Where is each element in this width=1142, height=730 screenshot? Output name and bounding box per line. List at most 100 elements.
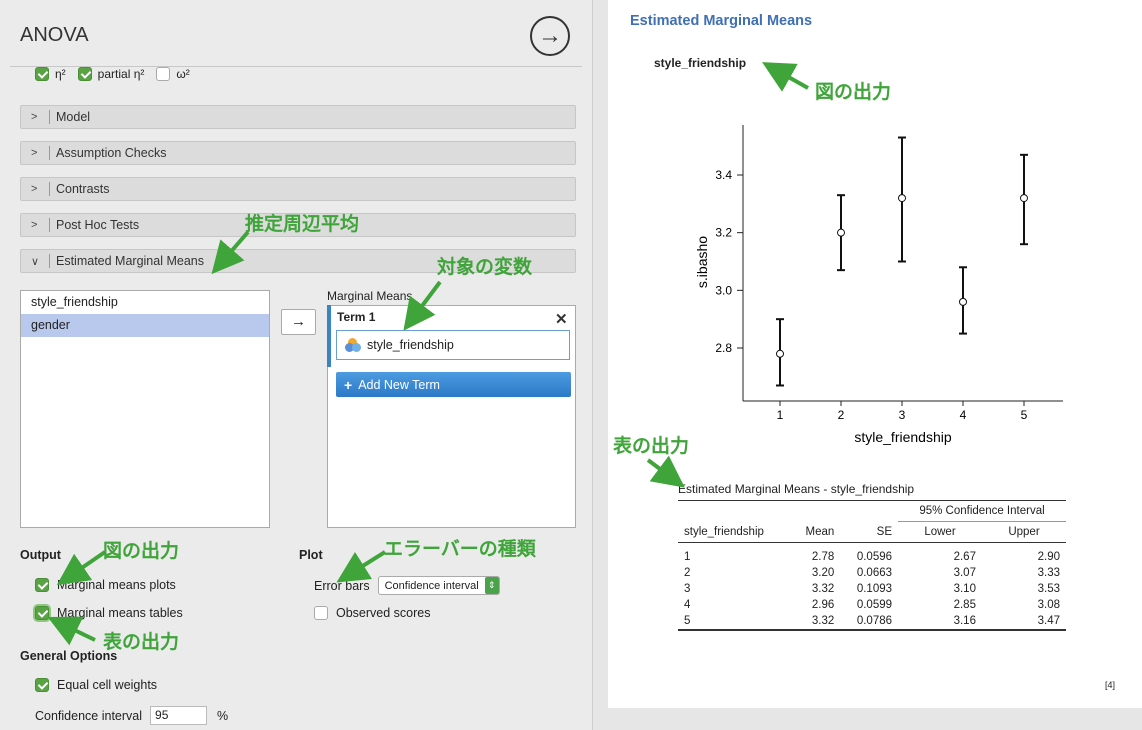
plus-icon: + <box>344 376 353 393</box>
variables-list[interactable]: style_friendship gender <box>20 290 270 528</box>
table-cell: 3.33 <box>1037 567 1060 579</box>
table-cell: 1 <box>684 551 691 563</box>
move-to-term-button[interactable]: → <box>281 309 316 335</box>
go-forward-button[interactable]: → <box>530 16 570 56</box>
table-row: 2 3.20 0.0663 3.07 3.33 <box>678 565 1066 581</box>
table-cell: 3.07 <box>953 567 976 579</box>
term-variable-label: style_friendship <box>367 338 454 352</box>
term-variable-field[interactable]: style_friendship <box>336 330 570 360</box>
section-label: Estimated Marginal Means <box>56 254 204 268</box>
col-header: style_friendship <box>684 525 764 538</box>
annotation-table-output-result: 表の出力 <box>613 435 690 457</box>
close-icon[interactable]: ✕ <box>555 310 568 328</box>
table-row: 3 3.32 0.1093 3.10 3.53 <box>678 581 1066 597</box>
table-cell: 2.96 <box>811 599 835 611</box>
table-cell: 3.16 <box>953 615 976 627</box>
emm-plot: 2.8 3.0 3.2 3.4 1 2 3 4 5 style_friendship s.ib… <box>694 125 1063 445</box>
effect-size-options: η² partial η² ω² <box>35 67 196 81</box>
mean-point <box>776 349 784 358</box>
error-bars-select[interactable]: Confidence interval ⇕ <box>377 576 500 595</box>
mean-point <box>837 228 845 237</box>
table-row: 5 3.32 0.0786 3.16 3.47 <box>678 613 1066 630</box>
marginal-plots-option: Marginal means plots <box>35 578 176 592</box>
footnote-ref: [4] <box>1105 680 1116 690</box>
ci-input[interactable]: 95 <box>150 706 208 725</box>
mean-point <box>959 297 967 306</box>
marginal-tables-checkbox[interactable] <box>35 606 49 620</box>
table-row: 4 2.96 0.0599 2.85 3.08 <box>678 597 1066 613</box>
chevron-down-icon: ∨ <box>31 255 40 268</box>
results-panel: Estimated Marginal Means style_friendshi… <box>608 0 1142 708</box>
table-cell: 0.0663 <box>856 567 893 579</box>
table-cell: 2.85 <box>953 599 976 611</box>
add-term-label: Add New Term <box>358 377 440 392</box>
table-cell: 3.32 <box>811 583 835 595</box>
equal-weights-checkbox[interactable] <box>35 678 49 692</box>
section-assumption-checks[interactable]: > Assumption Checks <box>20 141 576 165</box>
observed-scores-label: Observed scores <box>336 606 431 620</box>
error-bars-option: Error bars Confidence interval ⇕ <box>314 576 500 595</box>
col-header: Upper <box>1008 526 1040 538</box>
add-new-term-button[interactable]: + Add New Term <box>336 372 571 397</box>
list-item[interactable]: style_friendship <box>21 291 269 314</box>
error-bars-label: Error bars <box>314 578 370 593</box>
omega-sq-checkbox[interactable] <box>156 67 171 81</box>
table-cell: 3.08 <box>1037 599 1060 611</box>
nominal-variable-icon <box>345 338 361 352</box>
ci-option: Confidence interval 95 % <box>35 706 228 725</box>
table-cell: 5 <box>684 615 691 627</box>
section-label: Assumption Checks <box>56 146 167 160</box>
omega-sq-label: ω² <box>176 67 190 81</box>
term-title: Term 1 <box>337 310 376 324</box>
table-cell: 2.78 <box>811 551 835 563</box>
ci-header: 95% Confidence Interval <box>898 500 1066 522</box>
section-label: Model <box>56 110 91 124</box>
annotation-target-variable: 対象の変数 <box>437 256 533 278</box>
annotation-emm: 推定周辺平均 <box>245 213 360 235</box>
table-cell: 3.20 <box>811 567 835 579</box>
emm-table: 95% Confidence Interval style_friendship… <box>678 500 1066 631</box>
x-tick-label: 4 <box>960 408 967 422</box>
marginal-plots-checkbox[interactable] <box>35 578 49 592</box>
term-accent <box>327 305 331 367</box>
partial-eta-sq-label: partial η² <box>97 67 145 81</box>
annotation-error-bar-type: エラーバーの種類 <box>384 538 536 560</box>
annotation-figure-output: 図の出力 <box>103 540 180 562</box>
eta-sq-checkbox[interactable] <box>35 67 49 81</box>
eta-sq-label: η² <box>55 67 66 81</box>
section-label: Post Hoc Tests <box>56 218 140 232</box>
analysis-title: ANOVA <box>20 24 89 46</box>
section-model[interactable]: > Model <box>20 105 576 129</box>
table-cell: 0.0786 <box>856 615 893 627</box>
chevron-right-icon: > <box>31 219 38 231</box>
equal-weights-label: Equal cell weights <box>57 678 158 692</box>
chevron-right-icon: > <box>31 183 38 195</box>
table-cell: 2 <box>684 567 691 579</box>
col-header: Lower <box>924 526 956 538</box>
marginal-means-label: Marginal Means <box>327 289 413 303</box>
table-cell: 3 <box>684 583 691 595</box>
marginal-tables-label: Marginal means tables <box>57 606 183 620</box>
table-cell: 0.1093 <box>856 583 893 595</box>
partial-eta-sq-checkbox[interactable] <box>77 67 92 81</box>
chevron-updown-icon: ⇕ <box>484 577 499 594</box>
observed-scores-checkbox[interactable] <box>314 606 328 620</box>
x-tick-label: 3 <box>899 408 906 422</box>
chevron-right-icon: > <box>31 111 38 123</box>
table-cell: 0.0599 <box>856 599 893 611</box>
table-cell: 3.47 <box>1037 615 1060 627</box>
observed-scores-option: Observed scores <box>314 606 430 620</box>
section-contrasts[interactable]: > Contrasts <box>20 177 576 201</box>
table-title: Estimated Marginal Means - style_friends… <box>678 482 915 496</box>
mean-point <box>1020 194 1028 203</box>
y-tick-label: 3.0 <box>715 283 732 297</box>
section-label: Contrasts <box>56 182 110 196</box>
equal-weights-option: Equal cell weights <box>35 678 157 692</box>
col-header: Mean <box>805 525 835 538</box>
annotation-table-output: 表の出力 <box>103 631 180 653</box>
list-item[interactable]: gender <box>21 314 269 337</box>
table-cell: 3.10 <box>953 583 976 595</box>
table-cell: 0.0596 <box>856 551 893 563</box>
ci-label: Confidence interval <box>35 708 143 723</box>
table-cell: 2.67 <box>953 551 976 563</box>
